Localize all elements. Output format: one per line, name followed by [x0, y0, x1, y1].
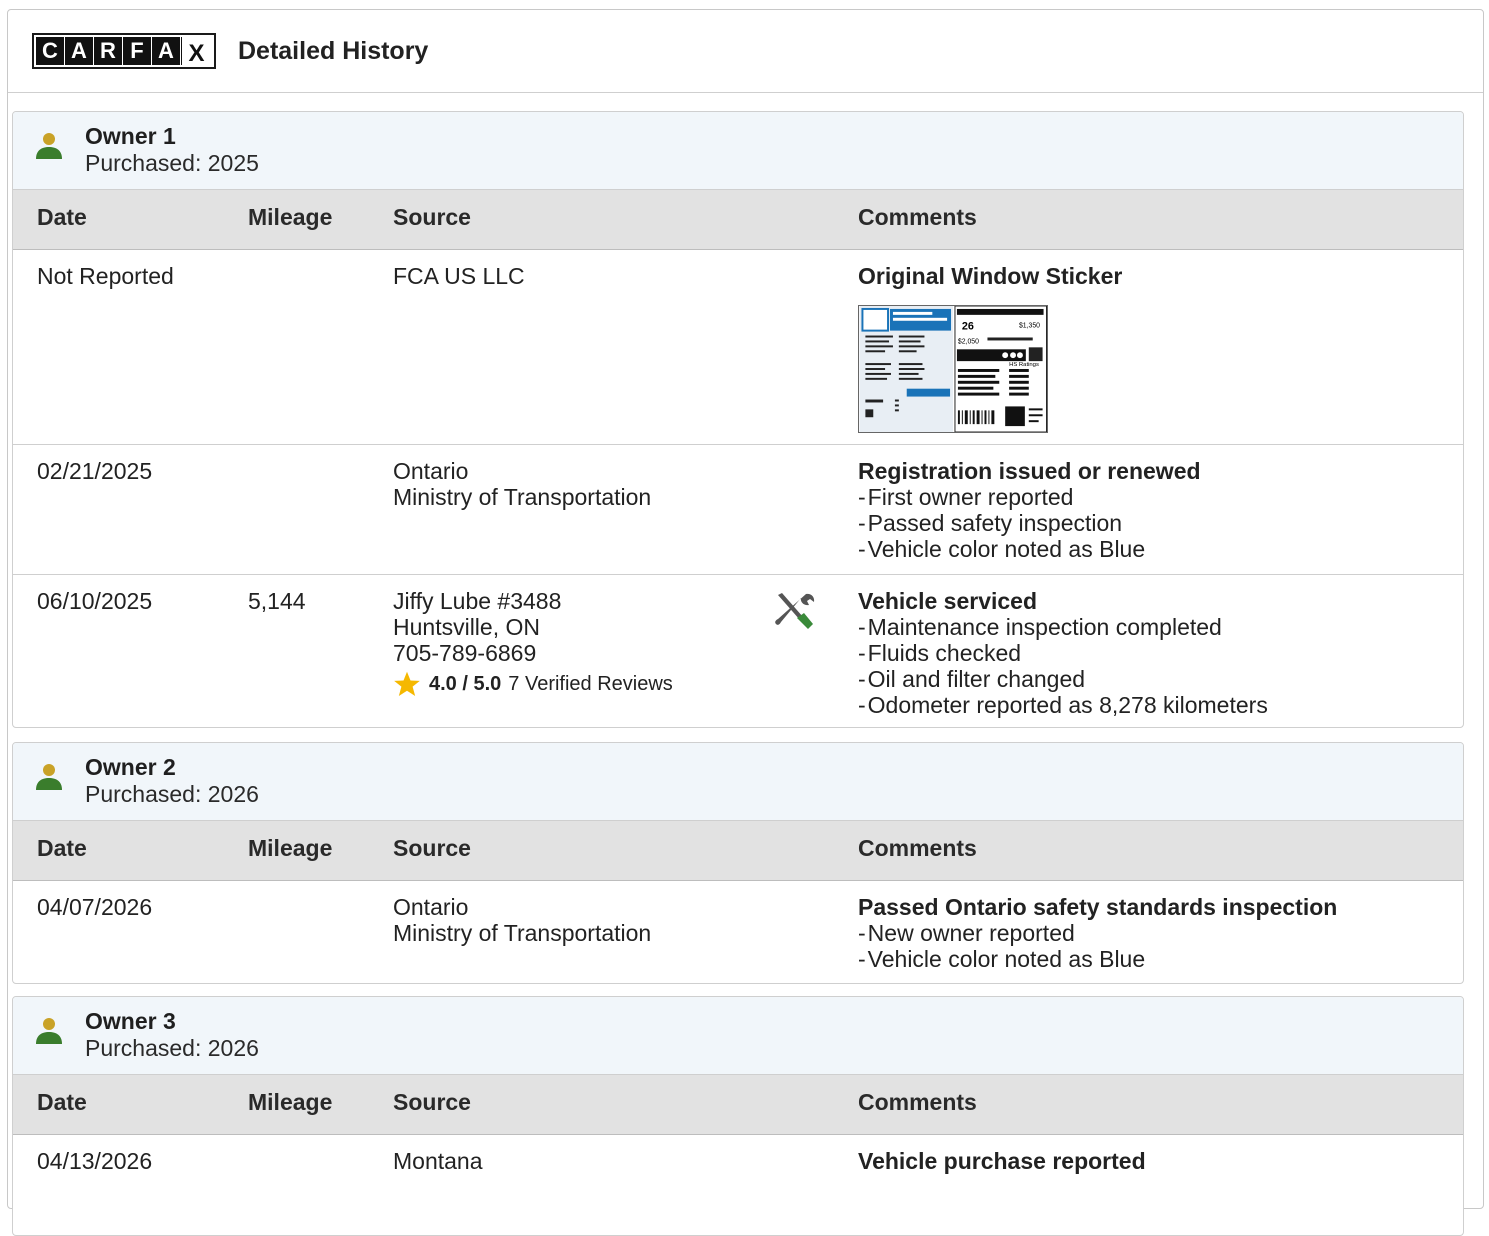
header-source: Source: [393, 204, 471, 230]
source-line: Ministry of Transportation: [393, 484, 652, 510]
row-date: 04/13/2026: [37, 1148, 153, 1174]
table-row: 02/21/2025 Ontario Ministry of Transport…: [13, 445, 1463, 575]
owner-purchased: Purchased: 2026: [85, 1035, 259, 1061]
owner-header: Owner 1 Purchased: 2025: [13, 112, 1463, 190]
person-icon: [36, 764, 62, 790]
row-source: Ontario Ministry of Transportation: [393, 894, 651, 946]
row-comments: Vehicle serviced Maintenance inspection …: [858, 588, 1268, 718]
row-comments: Original Window Sticker: [858, 263, 1122, 289]
source-line: Jiffy Lube #3488: [393, 588, 562, 614]
table-header: Date Mileage Source Comments: [13, 821, 1463, 881]
owner-section-2: Owner 2 Purchased: 2026 Date Mileage Sou…: [12, 742, 1464, 984]
comment-line: Vehicle color noted as Blue: [858, 946, 1337, 972]
comment-line: Passed safety inspection: [858, 510, 1201, 536]
table-header: Date Mileage Source Comments: [13, 190, 1463, 250]
review-score: 4.0 / 5.0: [429, 673, 502, 695]
service-tools-icon: [775, 593, 815, 629]
person-icon: [36, 133, 62, 159]
comment-line: First owner reported: [858, 484, 1201, 510]
header-comments: Comments: [858, 1089, 977, 1115]
header-comments: Comments: [858, 835, 977, 861]
header-mileage: Mileage: [248, 835, 333, 861]
logo-letter: C: [36, 37, 64, 65]
row-date: 04/07/2026: [37, 894, 153, 920]
logo-letter: F: [123, 37, 151, 65]
row-comments: Registration issued or renewed First own…: [858, 458, 1201, 562]
panel-header: C A R F A X Detailed History: [8, 10, 1483, 93]
header-mileage: Mileage: [248, 1089, 333, 1115]
owner-header: Owner 3 Purchased: 2026: [13, 997, 1463, 1075]
header-source: Source: [393, 1089, 471, 1115]
table-header: Date Mileage Source Comments: [13, 1075, 1463, 1135]
page-title: Detailed History: [238, 36, 429, 65]
header-date: Date: [37, 204, 87, 230]
logo-letter: A: [152, 37, 180, 65]
logo-letter: X: [181, 37, 211, 67]
row-mileage: 5,144: [248, 588, 306, 614]
source-line: Ontario: [393, 458, 469, 484]
comment-title[interactable]: Original Window Sticker: [858, 263, 1122, 289]
header-source: Source: [393, 835, 471, 861]
header-mileage: Mileage: [248, 204, 333, 230]
source-line: Ministry of Transportation: [393, 920, 652, 946]
comment-line: Vehicle color noted as Blue: [858, 536, 1201, 562]
row-source: FCA US LLC: [393, 263, 525, 289]
source-line: Huntsville, ON: [393, 614, 540, 640]
owner-name: Owner 1: [85, 123, 176, 149]
carfax-logo: C A R F A X: [32, 33, 216, 69]
comment-line: Oil and filter changed: [858, 666, 1268, 692]
sticker-cost: $2,050: [958, 338, 979, 345]
sticker-mpg: 26: [962, 321, 974, 333]
owner-name: Owner 3: [85, 1008, 176, 1034]
person-icon: [36, 1018, 62, 1044]
sticker-save: $1,350: [1019, 323, 1040, 330]
owner-purchased: Purchased: 2025: [85, 150, 259, 176]
comment-line: Fluids checked: [858, 640, 1268, 666]
row-date: 02/21/2025: [37, 458, 153, 484]
logo-letter: A: [65, 37, 93, 65]
source-line: 705-789-6869: [393, 640, 537, 666]
comment-title: Registration issued or renewed: [858, 458, 1201, 484]
star-icon: [394, 671, 420, 697]
table-row: 04/07/2026 Ontario Ministry of Transport…: [13, 881, 1463, 983]
owner-name: Owner 2: [85, 754, 176, 780]
header-date: Date: [37, 1089, 87, 1115]
comment-title: Vehicle purchase reported: [858, 1148, 1146, 1174]
table-row: 06/10/2025 5,144 Jiffy Lube #3488 Huntsv…: [13, 575, 1463, 727]
logo-letter: R: [94, 37, 122, 65]
row-comments: Passed Ontario safety standards inspecti…: [858, 894, 1337, 972]
source-line: Ontario: [393, 894, 469, 920]
header-comments: Comments: [858, 204, 977, 230]
row-source: Jiffy Lube #3488 Huntsville, ON 705-789-…: [393, 588, 673, 698]
window-sticker-thumbnail[interactable]: 26 $1,350 $2,050 HS Ratings: [858, 305, 1048, 433]
header-date: Date: [37, 835, 87, 861]
row-comments: Vehicle purchase reported: [858, 1148, 1146, 1174]
sticker-ratings: HS Ratings: [1009, 362, 1039, 368]
owner-section-3: Owner 3 Purchased: 2026 Date Mileage Sou…: [12, 996, 1464, 1236]
comment-line: New owner reported: [858, 920, 1337, 946]
table-row: Not Reported FCA US LLC Original Window …: [13, 250, 1463, 445]
comment-line: Maintenance inspection completed: [858, 614, 1268, 640]
comment-line: Odometer reported as 8,278 kilometers: [858, 692, 1268, 718]
source-line: Montana: [393, 1148, 483, 1174]
source-line: FCA US LLC: [393, 263, 525, 289]
review-summary[interactable]: 4.0 / 5.0 7 Verified Reviews: [393, 670, 673, 698]
owner-purchased: Purchased: 2026: [85, 781, 259, 807]
row-source: Montana: [393, 1148, 483, 1174]
table-row: 04/13/2026 Montana Vehicle purchase repo…: [13, 1135, 1463, 1235]
row-source: Ontario Ministry of Transportation: [393, 458, 651, 510]
owner-section-1: Owner 1 Purchased: 2025 Date Mileage Sou…: [12, 111, 1464, 728]
comment-title: Vehicle serviced: [858, 588, 1038, 614]
row-date: Not Reported: [37, 263, 174, 289]
row-date: 06/10/2025: [37, 588, 153, 614]
owner-header: Owner 2 Purchased: 2026: [13, 743, 1463, 821]
review-count[interactable]: 7 Verified Reviews: [508, 671, 673, 697]
comment-title: Passed Ontario safety standards inspecti…: [858, 894, 1338, 920]
